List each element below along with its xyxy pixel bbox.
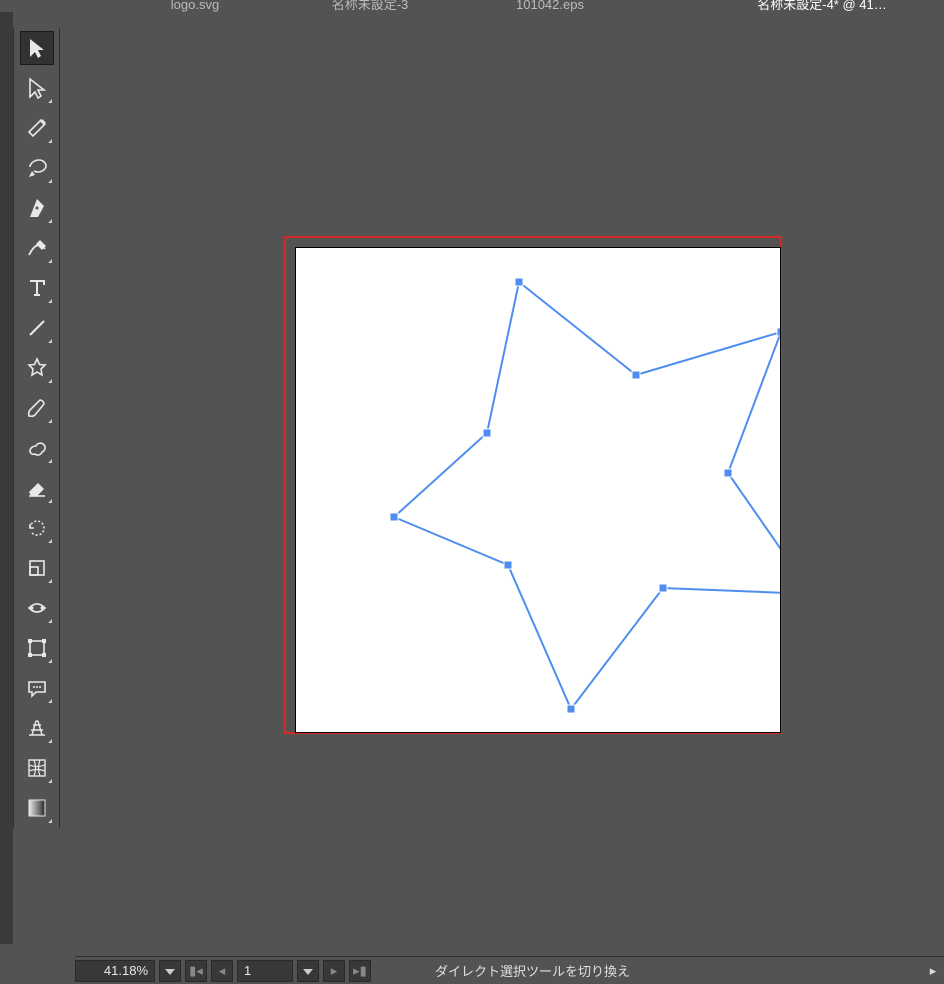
curvature-tool[interactable] xyxy=(21,232,53,264)
submenu-indicator-icon xyxy=(48,419,52,423)
anchor-point[interactable] xyxy=(659,584,667,592)
anchor-point[interactable] xyxy=(504,561,512,569)
artboard-dropdown[interactable] xyxy=(297,960,319,982)
mesh-icon xyxy=(26,757,48,779)
rotate-tool[interactable] xyxy=(21,512,53,544)
width-tool[interactable] xyxy=(21,592,53,624)
lasso-tool[interactable] xyxy=(21,152,53,184)
line-segment-tool[interactable] xyxy=(21,312,53,344)
scale-icon xyxy=(26,557,48,579)
scale-tool[interactable] xyxy=(21,552,53,584)
vector-path-star[interactable] xyxy=(296,248,780,732)
submenu-indicator-icon xyxy=(48,779,52,783)
eraser-tool[interactable] xyxy=(21,472,53,504)
next-artboard-button[interactable]: ▸ xyxy=(323,960,345,982)
submenu-indicator-icon xyxy=(48,539,52,543)
rotate-icon xyxy=(26,517,48,539)
artboard-number[interactable]: 1 xyxy=(237,960,293,982)
chevron-down-icon xyxy=(165,963,175,978)
zoom-level[interactable]: 41.18% xyxy=(75,960,155,982)
submenu-indicator-icon xyxy=(48,739,52,743)
magic-wand-tool[interactable] xyxy=(21,112,53,144)
panel-edge xyxy=(0,12,13,944)
curve-pen-icon xyxy=(26,237,48,259)
submenu-indicator-icon xyxy=(48,579,52,583)
anchor-point[interactable] xyxy=(567,705,575,713)
tools-panel xyxy=(13,28,60,828)
chevron-down-icon xyxy=(303,963,313,978)
selection-tool[interactable] xyxy=(21,32,53,64)
submenu-indicator-icon xyxy=(48,299,52,303)
star-tool[interactable] xyxy=(21,352,53,384)
submenu-indicator-icon xyxy=(48,819,52,823)
submenu-indicator-icon xyxy=(48,659,52,663)
submenu-indicator-icon xyxy=(48,699,52,703)
zoom-dropdown[interactable] xyxy=(159,960,181,982)
submenu-indicator-icon xyxy=(48,339,52,343)
anchor-point[interactable] xyxy=(515,278,523,286)
anchor-point[interactable] xyxy=(724,469,732,477)
document-tabs: logo.svg 名称未設定-3 101042.eps 名称未設定-4* @ 4… xyxy=(0,0,944,12)
star-icon xyxy=(26,357,48,379)
expand-status-button[interactable]: ▸ xyxy=(922,963,944,979)
submenu-indicator-icon xyxy=(48,259,52,263)
pen-tool[interactable] xyxy=(21,192,53,224)
eraser-icon xyxy=(26,477,48,499)
submenu-indicator-icon xyxy=(48,99,52,103)
puppet-warp-tool[interactable] xyxy=(21,672,53,704)
submenu-indicator-icon xyxy=(48,499,52,503)
line-icon xyxy=(26,317,48,339)
submenu-indicator-icon xyxy=(48,379,52,383)
direct-selection-tool[interactable] xyxy=(21,72,53,104)
paintbrush-icon xyxy=(26,397,48,419)
type-icon xyxy=(26,277,48,299)
submenu-indicator-icon xyxy=(48,619,52,623)
blob-brush-tool[interactable] xyxy=(21,432,53,464)
free-transform-tool[interactable] xyxy=(21,632,53,664)
perspective-icon xyxy=(26,717,48,739)
speech-dots-icon xyxy=(26,677,48,699)
anchor-point[interactable] xyxy=(777,328,780,336)
width-icon xyxy=(26,597,48,619)
cursor-filled-icon xyxy=(26,37,48,59)
submenu-indicator-icon xyxy=(48,179,52,183)
blob-brush-icon xyxy=(26,437,48,459)
magic-wand-icon xyxy=(26,117,48,139)
submenu-indicator-icon xyxy=(48,219,52,223)
paintbrush-tool[interactable] xyxy=(21,392,53,424)
first-artboard-button[interactable]: ▮◂ xyxy=(185,960,207,982)
anchor-point[interactable] xyxy=(632,371,640,379)
anchor-point[interactable] xyxy=(390,513,398,521)
prev-artboard-button[interactable]: ◂ xyxy=(211,960,233,982)
gradient-tool[interactable] xyxy=(21,792,53,824)
canvas[interactable] xyxy=(75,12,944,944)
cursor-outline-icon xyxy=(26,77,48,99)
perspective-grid-tool[interactable] xyxy=(21,712,53,744)
artboard[interactable] xyxy=(296,248,780,732)
submenu-indicator-icon xyxy=(48,459,52,463)
gradient-icon xyxy=(26,797,48,819)
submenu-indicator-icon xyxy=(48,139,52,143)
last-artboard-button[interactable]: ▸▮ xyxy=(349,960,371,982)
type-tool[interactable] xyxy=(21,272,53,304)
lasso-arrow-icon xyxy=(26,157,48,179)
anchor-point[interactable] xyxy=(483,429,491,437)
status-bar: 41.18% ▮◂ ◂ 1 ▸ ▸▮ ダイレクト選択ツールを切り換え ▸ xyxy=(75,956,944,984)
status-tooltip: ダイレクト選択ツールを切り換え xyxy=(375,961,922,980)
mesh-tool[interactable] xyxy=(21,752,53,784)
pen-icon xyxy=(26,197,48,219)
free-transform-icon xyxy=(26,637,48,659)
